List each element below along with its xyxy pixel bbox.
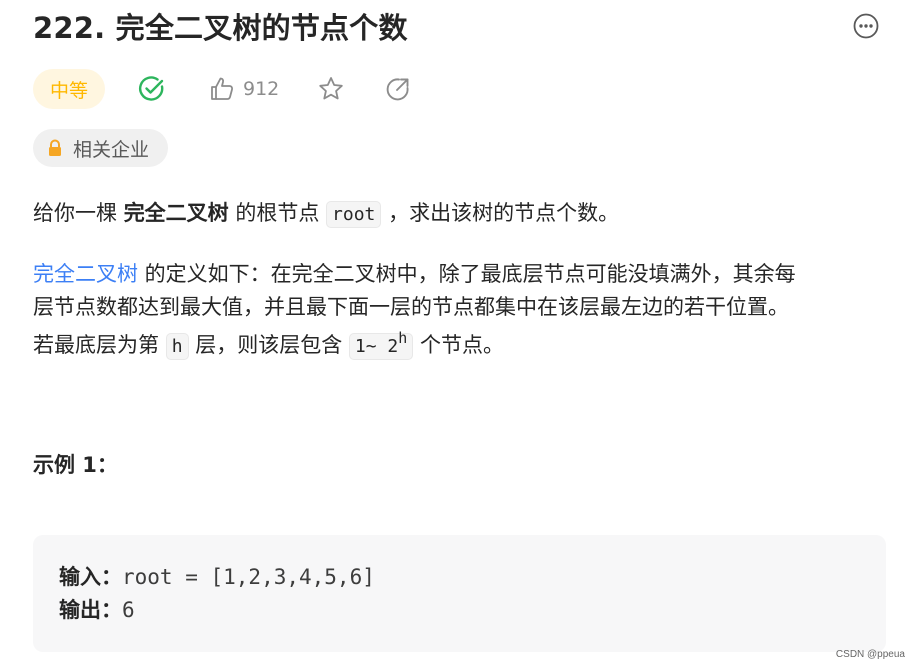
output-label: 输出： — [59, 598, 122, 622]
example-input-line: 输入：root = [1,2,3,4,5,6] — [59, 562, 375, 592]
difficulty-badge[interactable]: 中等 — [33, 69, 105, 109]
more-options-button[interactable] — [853, 13, 879, 39]
star-icon — [319, 77, 343, 100]
desc-text: 层节点数都达到最大值，并且最下面一层的节点都集中在该层最左边的若干位置。 — [33, 295, 789, 319]
desc-text: ，求出该树的节点个数。 — [381, 201, 620, 225]
desc-text: 层，则该层包含 — [188, 333, 349, 357]
description-paragraph-1: 给你一棵 完全二叉树 的根节点 root ，求出该树的节点个数。 — [33, 197, 883, 231]
desc-text: 的根节点 — [228, 201, 327, 225]
problem-title: 222. 完全二叉树的节点个数 — [33, 11, 408, 45]
like-count: 912 — [243, 78, 280, 100]
complete-binary-tree-term: 完全二叉树 — [123, 201, 229, 225]
favorite-button[interactable] — [317, 75, 345, 103]
solved-status[interactable] — [138, 75, 166, 103]
example-output-line: 输出：6 — [59, 595, 135, 625]
related-companies-label: 相关企业 — [73, 138, 150, 161]
share-arrow-icon — [386, 78, 409, 101]
watermark: CSDN @ppeua — [835, 649, 905, 660]
node-range-base: 1~ 2 — [354, 336, 399, 357]
complete-binary-tree-link[interactable]: 完全二叉树 — [33, 262, 138, 286]
node-range-code: 1~ 2h — [348, 329, 414, 360]
lock-icon — [47, 139, 63, 157]
input-value: root = [1,2,3,4,5,6] — [122, 565, 375, 589]
description-paragraph-2: 完全二叉树 的定义如下：在完全二叉树中，除了最底层节点可能没填满外，其余每 层节… — [33, 258, 883, 363]
desc-text: 的定义如下：在完全二叉树中，除了最底层节点可能没填满外，其余每 — [138, 262, 796, 286]
more-horizontal-circle-icon — [853, 13, 879, 39]
like-button[interactable]: 912 — [209, 76, 279, 102]
related-companies-button[interactable]: 相关企业 — [33, 129, 168, 167]
example-code-block: 输入：root = [1,2,3,4,5,6] 输出：6 — [33, 535, 886, 652]
thumbs-up-icon — [211, 77, 234, 100]
problem-meta-row: 中等 912 — [33, 69, 411, 109]
share-button[interactable] — [385, 76, 411, 102]
h-code: h — [165, 333, 189, 360]
output-value: 6 — [122, 598, 135, 622]
desc-text: 个节点。 — [413, 333, 504, 357]
desc-text: 给你一棵 — [33, 201, 124, 225]
check-circle-icon — [139, 76, 164, 101]
node-range-exponent: h — [398, 329, 408, 347]
problem-page: 222. 完全二叉树的节点个数 中等 912 相关企业 给你一棵 完全二叉树 的… — [0, 0, 911, 668]
input-label: 输入： — [59, 565, 122, 589]
desc-text: 若最底层为第 — [33, 333, 166, 357]
example-title: 示例 1： — [33, 453, 118, 477]
root-code: root — [326, 201, 382, 228]
